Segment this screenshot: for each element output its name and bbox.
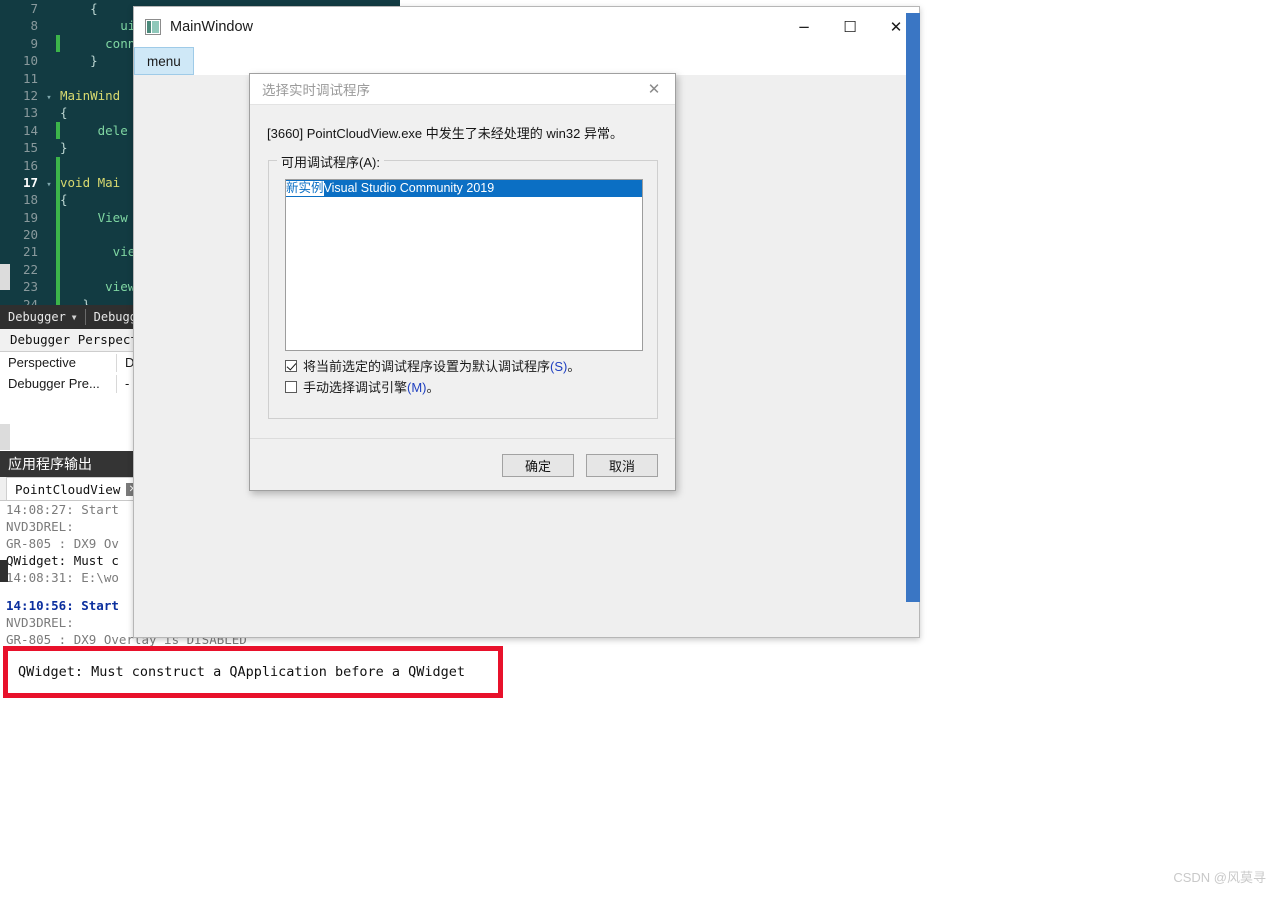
list-item-tag: 新实例 bbox=[286, 181, 324, 196]
list-item[interactable]: 新实例Visual Studio Community 2019 bbox=[286, 180, 642, 197]
menu-item-menu[interactable]: menu bbox=[134, 47, 194, 75]
change-marker bbox=[56, 226, 60, 244]
code-text: } bbox=[60, 296, 91, 305]
checkbox-label: 手动选择调试引擎(M)。 bbox=[303, 377, 440, 396]
line-number: 19 bbox=[22, 209, 38, 225]
checkbox-row[interactable]: 手动选择调试引擎(M)。 bbox=[285, 377, 440, 396]
line-number: 14 bbox=[22, 122, 38, 138]
checkbox-mnemonic: (S) bbox=[550, 359, 568, 374]
checkbox-mnemonic: (M) bbox=[407, 380, 427, 395]
perspective-row-value: - bbox=[125, 376, 130, 391]
checkbox-row[interactable]: 将当前选定的调试程序设置为默认调试程序(S)。 bbox=[285, 356, 580, 375]
line-number: 12 bbox=[22, 87, 38, 103]
dialog-title: 选择实时调试程序 bbox=[262, 83, 370, 98]
code-text: { bbox=[60, 1, 98, 16]
mainwindow-menubar[interactable]: menu bbox=[134, 47, 919, 75]
code-text: { bbox=[60, 192, 68, 208]
vertical-scrollbar[interactable] bbox=[906, 13, 920, 602]
maximize-button[interactable]: ☐ bbox=[827, 7, 873, 47]
checkbox-label-text: 将当前选定的调试程序设置为默认调试程序 bbox=[303, 359, 551, 374]
output-tab-pointcloudview[interactable]: PointCloudView ✕ bbox=[6, 477, 149, 500]
ok-button[interactable]: 确定 bbox=[502, 454, 574, 477]
change-marker bbox=[56, 260, 60, 279]
code-text: { bbox=[60, 105, 68, 121]
available-debuggers-label: 可用调试程序(A): bbox=[277, 152, 384, 171]
listbox-items: 新实例Visual Studio Community 2019 bbox=[286, 180, 642, 197]
code-text: dele bbox=[60, 122, 128, 138]
error-annotation-text: QWidget: Must construct a QApplication b… bbox=[18, 664, 466, 680]
list-item-label: Visual Studio Community 2019 bbox=[323, 181, 495, 195]
watermark: CSDN @风莫寻 bbox=[1173, 870, 1266, 885]
change-marker bbox=[56, 70, 60, 87]
code-text: View bbox=[60, 209, 128, 225]
line-number: 9 bbox=[30, 35, 38, 51]
line-number: 24 bbox=[22, 296, 38, 305]
line-number: 7 bbox=[30, 1, 38, 16]
line-number: 21 bbox=[22, 244, 38, 260]
code-text: } bbox=[60, 53, 98, 69]
available-debuggers-listbox[interactable]: 新实例Visual Studio Community 2019 bbox=[285, 179, 643, 351]
perspective-row-key: Debugger Pre... bbox=[8, 376, 100, 391]
line-number: 17 bbox=[22, 174, 38, 190]
code-text: } bbox=[60, 140, 68, 156]
debugger-selector-label: Debugger bbox=[8, 310, 66, 324]
line-number: 10 bbox=[22, 53, 38, 69]
change-marker bbox=[56, 156, 60, 174]
dialog-titlebar[interactable]: 选择实时调试程序 ✕ bbox=[250, 74, 675, 105]
left-edge-tab-dark[interactable] bbox=[0, 560, 8, 582]
left-edge-tab-upper[interactable] bbox=[0, 264, 10, 290]
dialog-button-row: 确定 取消 bbox=[502, 454, 658, 477]
mainwindow-title: MainWindow bbox=[170, 19, 253, 35]
screen-root: 7 {8 ui-> 9 conne 10 } 11 12 ▾ MainWind 13{14 d… bbox=[0, 0, 1280, 900]
output-tab-label: PointCloudView bbox=[15, 481, 121, 497]
app-window-icon bbox=[145, 19, 161, 35]
window-controls: − ☐ ✕ bbox=[781, 7, 919, 47]
checkbox-checked-icon[interactable] bbox=[285, 359, 297, 372]
line-number: 13 bbox=[22, 105, 38, 121]
checkbox-label-text: 手动选择调试引擎 bbox=[303, 380, 408, 395]
checkbox-unchecked-icon[interactable] bbox=[285, 380, 297, 393]
dialog-separator bbox=[250, 438, 675, 439]
line-number: 15 bbox=[22, 140, 38, 156]
debugger-selector[interactable]: Debugger ▼ bbox=[0, 310, 85, 324]
line-number: 16 bbox=[22, 157, 38, 173]
checkbox-label-suffix: 。 bbox=[426, 380, 440, 395]
code-text: void Mai bbox=[60, 174, 121, 190]
line-number: 18 bbox=[22, 192, 38, 208]
chevron-down-icon[interactable]: ▼ bbox=[72, 313, 77, 322]
line-number: 20 bbox=[22, 227, 38, 243]
code-text: view bbox=[60, 279, 136, 295]
code-text: vie bbox=[60, 244, 136, 260]
left-edge-tab-lower[interactable] bbox=[0, 424, 10, 450]
dialog-close-icon[interactable]: ✕ bbox=[633, 74, 675, 104]
available-debuggers-group: 可用调试程序(A): 新实例Visual Studio Community 20… bbox=[268, 152, 658, 419]
error-annotation-box: QWidget: Must construct a QApplication b… bbox=[3, 646, 503, 698]
jit-debugger-dialog: 选择实时调试程序 ✕ [3660] PointCloudView.exe 中发生… bbox=[249, 73, 676, 491]
minimize-button[interactable]: − bbox=[781, 7, 827, 47]
checkbox-label-suffix: 。 bbox=[567, 359, 581, 374]
code-text: conne bbox=[60, 35, 143, 51]
perspective-row-key: Perspective bbox=[8, 355, 76, 370]
line-number: 11 bbox=[22, 70, 38, 86]
checkbox-label: 将当前选定的调试程序设置为默认调试程序(S)。 bbox=[303, 356, 580, 375]
mainwindow-titlebar[interactable]: MainWindow − ☐ ✕ bbox=[134, 7, 919, 47]
dialog-message: [3660] PointCloudView.exe 中发生了未经处理的 win3… bbox=[267, 126, 623, 141]
line-number: 8 bbox=[30, 18, 38, 34]
code-text: MainWind bbox=[60, 87, 121, 103]
cancel-button[interactable]: 取消 bbox=[586, 454, 658, 477]
